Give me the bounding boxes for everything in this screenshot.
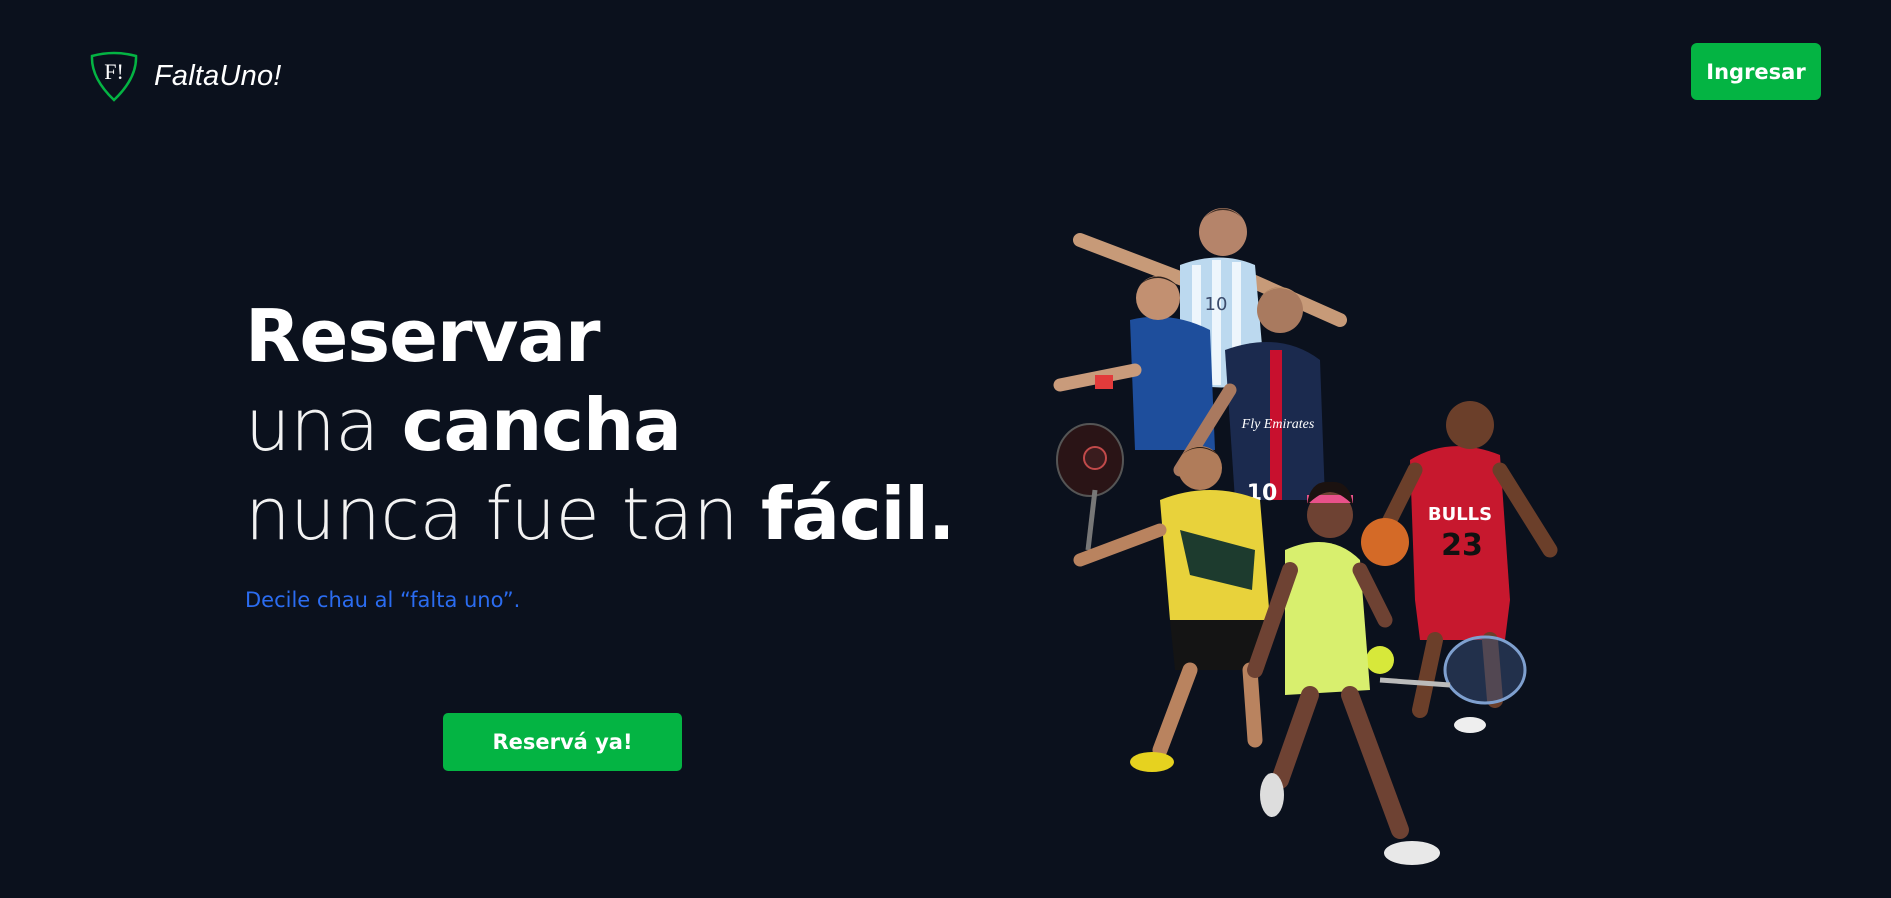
- login-button[interactable]: Ingresar: [1691, 43, 1821, 100]
- headline-facil: fácil.: [761, 472, 955, 556]
- bulls-jersey-number: 23: [1441, 528, 1483, 563]
- argentina-jersey-number: 10: [1205, 294, 1228, 315]
- headline-line-2: una cancha: [245, 381, 965, 470]
- brand-logo-link[interactable]: F! FaltaUno!: [86, 48, 282, 104]
- bulls-jersey-team: BULLS: [1428, 504, 1492, 525]
- brand-shield-icon: F!: [90, 51, 138, 102]
- brand-mark-text: F!: [104, 59, 124, 84]
- psg-sponsor: Fly Emirates: [1241, 417, 1315, 432]
- hero-tagline: Decile chau al “falta uno”.: [245, 588, 521, 612]
- athletes-collage-image: 10 Fly Emirates 10 BULLS 23: [1053, 208, 1558, 865]
- landing-page: F! FaltaUno! Ingresar Reservar una canch…: [0, 0, 1891, 898]
- headline-line-1: Reservar: [245, 292, 965, 381]
- headline-cancha: cancha: [401, 383, 682, 467]
- reserve-now-button[interactable]: Reservá ya!: [443, 713, 682, 771]
- brand-name: FaltaUno!: [154, 59, 282, 92]
- hero-headline: Reservar una cancha nunca fue tan fácil.: [245, 292, 965, 559]
- headline-reservar: Reservar: [245, 294, 600, 378]
- headline-line-3: nunca fue tan fácil.: [245, 470, 965, 559]
- headline-una: una: [245, 383, 379, 467]
- headline-nunca-fue-tan: nunca fue tan: [245, 472, 739, 556]
